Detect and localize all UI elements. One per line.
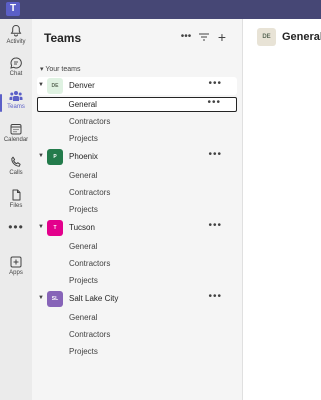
- channel-slc-contractors[interactable]: Contractors: [37, 327, 237, 342]
- filter-icon: [199, 33, 209, 41]
- more-horizontal-icon[interactable]: •••: [208, 291, 222, 302]
- team-avatar: SL: [47, 291, 63, 307]
- caret-down-icon: ▾: [40, 66, 44, 73]
- channel-slc-general[interactable]: General: [37, 310, 237, 325]
- channel-label: Projects: [69, 347, 98, 356]
- channel-label: Projects: [69, 205, 98, 214]
- rail-label-apps: Apps: [9, 270, 23, 276]
- more-horizontal-icon: •••: [180, 31, 192, 42]
- title-bar: T: [0, 0, 321, 19]
- filter-button[interactable]: [197, 29, 211, 45]
- rail-label-calendar: Calendar: [3, 137, 29, 143]
- channel-label: General: [69, 242, 98, 251]
- caret-down-icon: ▼: [38, 224, 44, 230]
- channel-tucson-contractors[interactable]: Contractors: [37, 256, 237, 271]
- team-avatar: T: [47, 220, 63, 236]
- teams-logo-icon: T: [6, 2, 20, 16]
- rail-label-files: Files: [9, 203, 23, 209]
- rail-calendar[interactable]: Calendar: [0, 123, 32, 143]
- team-name: Salt Lake City: [69, 294, 119, 303]
- team-name: Denver: [69, 81, 95, 90]
- rail-label-teams: Teams: [7, 104, 25, 110]
- channel-label: Contractors: [69, 188, 111, 197]
- app-rail: Activity Chat Teams Calendar Calls Files…: [0, 19, 32, 400]
- channel-denver-general[interactable]: General •••: [37, 97, 237, 112]
- channel-label: General: [69, 313, 98, 322]
- section-your-teams[interactable]: ▾ Your teams: [40, 65, 81, 73]
- team-name: Phoenix: [69, 152, 98, 161]
- team-phoenix[interactable]: ▼ P Phoenix •••: [37, 148, 237, 166]
- chat-icon: [10, 57, 22, 69]
- channel-label: Contractors: [69, 330, 111, 339]
- channel-phoenix-general[interactable]: General: [37, 168, 237, 183]
- caret-down-icon: ▼: [38, 295, 44, 301]
- more-icon: •••: [8, 220, 24, 234]
- team-avatar: DE: [257, 28, 276, 46]
- calendar-icon: [10, 124, 22, 135]
- channel-phoenix-contractors[interactable]: Contractors: [37, 185, 237, 200]
- more-horizontal-icon[interactable]: •••: [207, 97, 221, 108]
- file-icon: [12, 189, 20, 201]
- channel-tucson-projects[interactable]: Projects: [37, 273, 237, 288]
- team-avatar: DE: [47, 78, 63, 94]
- channel-label: Contractors: [69, 259, 111, 268]
- more-horizontal-icon[interactable]: •••: [208, 78, 222, 89]
- rail-label-chat: Chat: [9, 71, 23, 77]
- rail-activity[interactable]: Activity: [0, 24, 32, 45]
- apps-icon: [10, 256, 22, 268]
- team-name: Tucson: [69, 223, 95, 232]
- plus-icon: +: [217, 29, 227, 45]
- team-tucson[interactable]: ▼ T Tucson •••: [37, 219, 237, 237]
- channel-label: General: [68, 99, 97, 109]
- rail-teams[interactable]: Teams: [0, 90, 32, 112]
- rail-more[interactable]: •••: [0, 220, 32, 234]
- more-horizontal-icon[interactable]: •••: [208, 149, 222, 160]
- rail-files[interactable]: Files: [0, 189, 32, 209]
- channel-title: General: [282, 31, 321, 43]
- channel-denver-projects[interactable]: Projects: [37, 131, 237, 146]
- channel-tucson-general[interactable]: General: [37, 239, 237, 254]
- channel-phoenix-projects[interactable]: Projects: [37, 202, 237, 217]
- channel-denver-contractors[interactable]: Contractors: [37, 114, 237, 129]
- add-team-button[interactable]: +: [215, 29, 229, 45]
- channel-view: DE General: [243, 19, 321, 400]
- channel-label: Projects: [69, 276, 98, 285]
- rail-label-calls: Calls: [9, 170, 23, 176]
- more-horizontal-icon[interactable]: •••: [208, 220, 222, 231]
- rail-chat[interactable]: Chat: [0, 57, 32, 77]
- section-label: Your teams: [45, 66, 81, 73]
- bell-icon: [10, 24, 22, 37]
- more-options-button[interactable]: •••: [179, 29, 193, 45]
- team-denver[interactable]: ▼ DE Denver •••: [37, 77, 237, 95]
- channel-label: Projects: [69, 134, 98, 143]
- rail-calls[interactable]: Calls: [0, 156, 32, 176]
- rail-label-activity: Activity: [6, 39, 26, 45]
- channel-label: General: [69, 171, 98, 180]
- channel-label: Contractors: [69, 117, 111, 126]
- teams-panel: Teams ••• + ▾ Your teams ▼ DE Denver •••…: [32, 19, 243, 400]
- phone-icon: [11, 156, 21, 167]
- team-avatar: P: [47, 149, 63, 165]
- panel-title: Teams: [44, 31, 82, 45]
- active-indicator: [0, 94, 2, 112]
- team-salt-lake-city[interactable]: ▼ SL Salt Lake City •••: [37, 290, 237, 308]
- caret-down-icon: ▼: [38, 153, 44, 159]
- channel-slc-projects[interactable]: Projects: [37, 344, 237, 359]
- caret-down-icon: ▼: [38, 82, 44, 88]
- rail-apps[interactable]: Apps: [0, 256, 32, 276]
- teams-icon: [9, 91, 23, 101]
